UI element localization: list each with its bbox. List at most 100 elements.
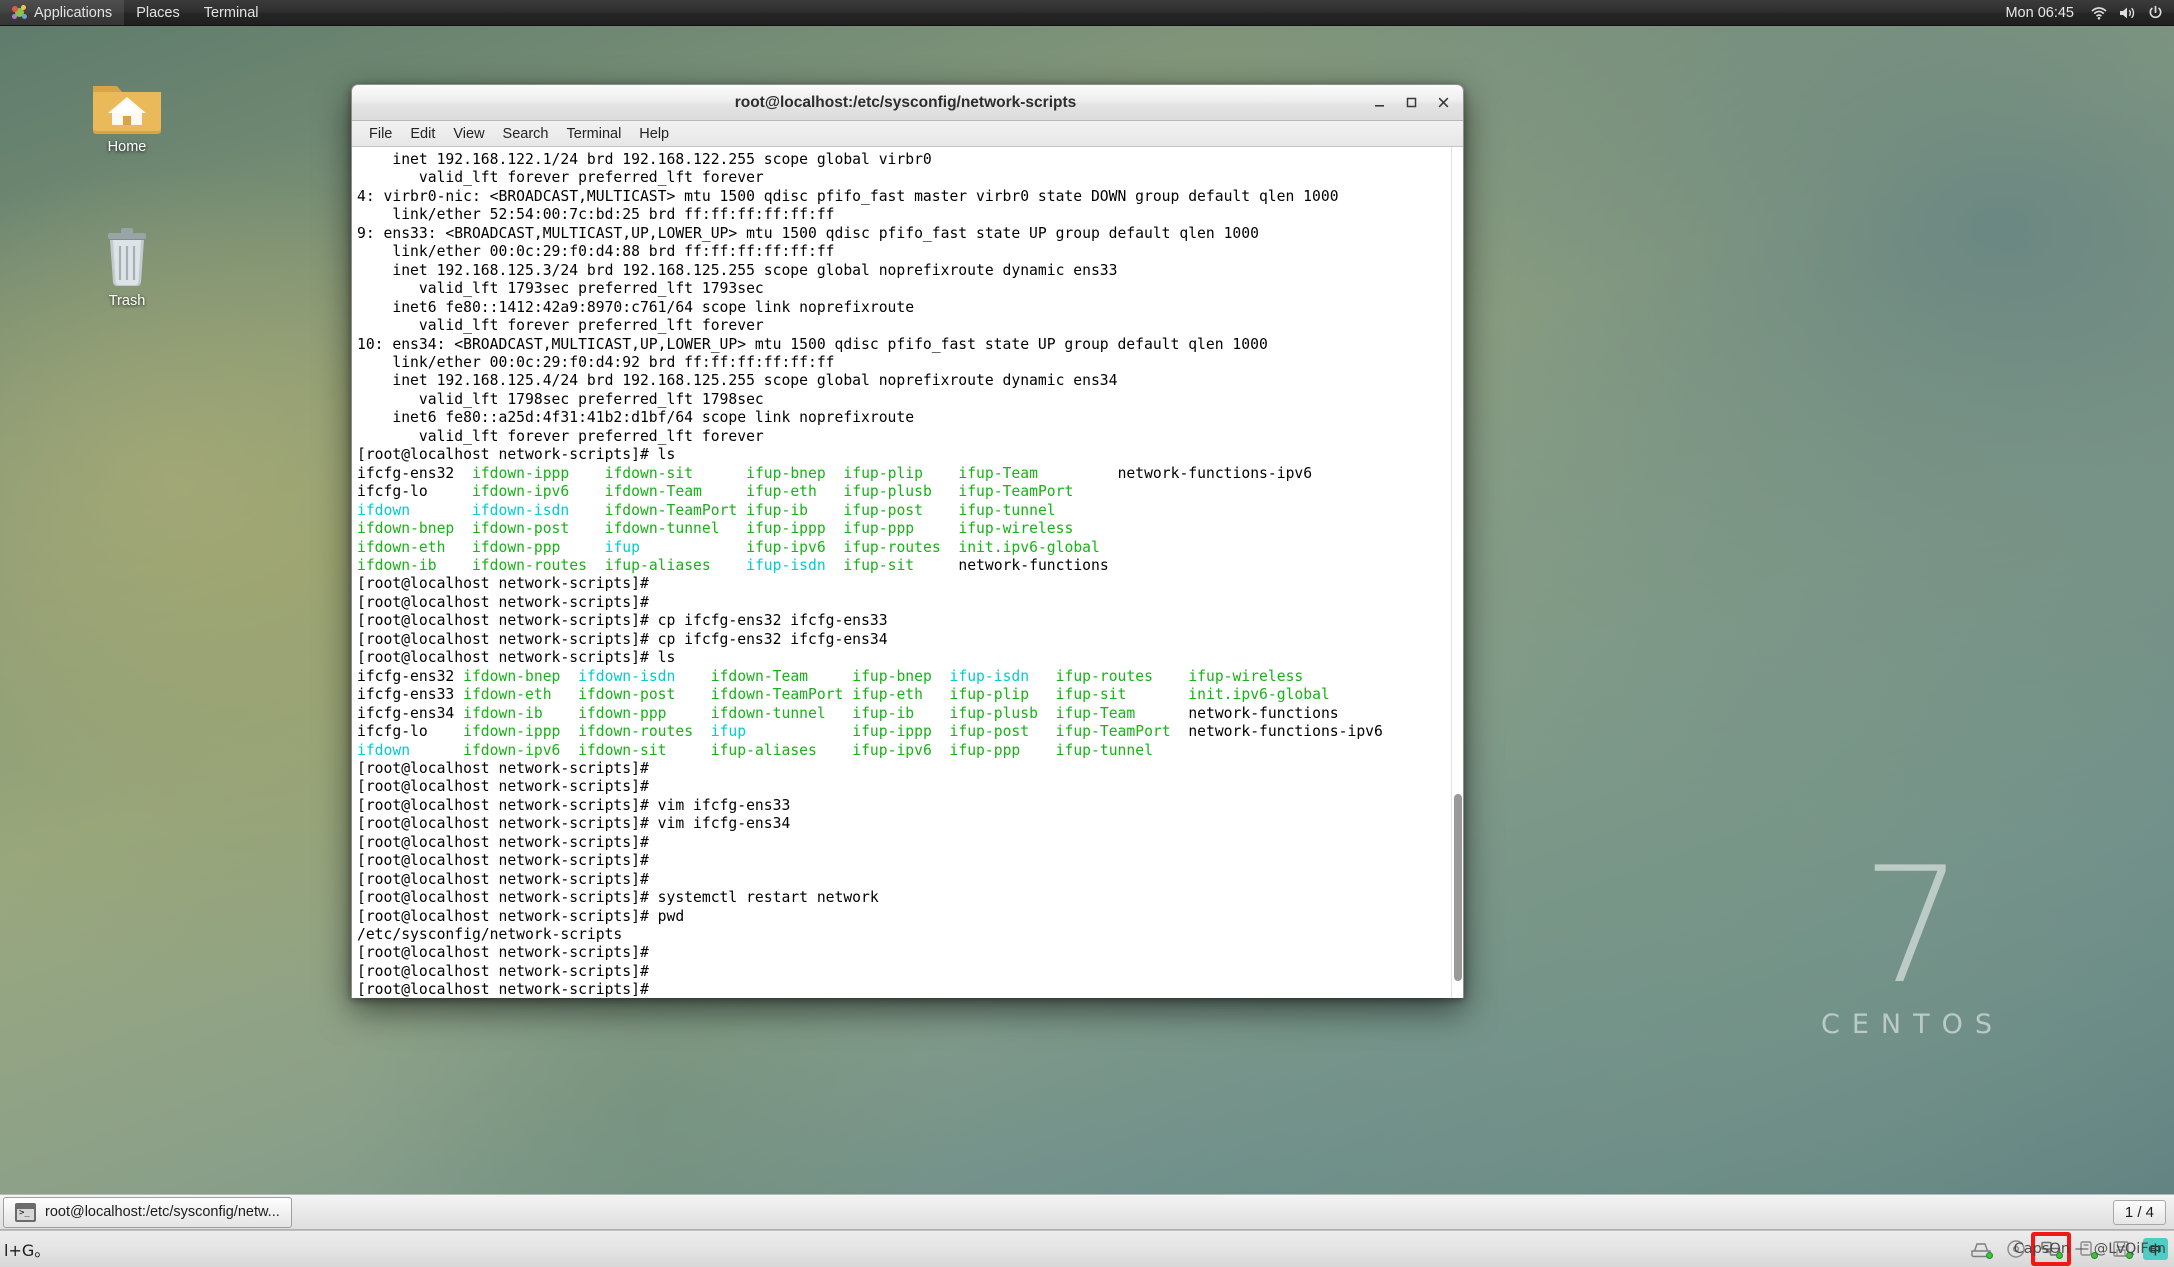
window-title: root@localhost:/etc/sysconfig/network-sc…	[734, 93, 1077, 111]
terminal-text: ifdown-ipv6	[471, 483, 570, 501]
menu-search[interactable]: Search	[494, 123, 558, 145]
terminal-text: ifup-plusb	[843, 483, 932, 501]
terminal-text: inet 192.168.125.4/24 brd 192.168.125.25…	[357, 372, 1118, 390]
terminal-line: link/ether 00:0c:29:f0:d4:92 brd ff:ff:f…	[357, 354, 1451, 372]
terminal-line: ifdown-ib ifdown-routes ifup-aliases ifu…	[357, 557, 1451, 575]
terminal-text: ifup-ppp	[949, 741, 1021, 759]
terminal-line: 4: virbr0-nic: <BROADCAST,MULTICAST> mtu…	[357, 188, 1451, 206]
terminal-text: ifup-wireless	[1188, 667, 1304, 685]
terminal-line: [root@localhost network-scripts]#	[357, 944, 1451, 962]
terminal-text: [root@localhost network-scripts]# cp ifc…	[357, 612, 888, 630]
terminal-text: [root@localhost network-scripts]#	[357, 962, 658, 980]
terminal-line: [root@localhost network-scripts]#	[357, 852, 1451, 870]
terminal-text: ifup-ipv6	[746, 538, 826, 556]
terminal-line: ifdown-eth ifdown-ppp ifup ifup-ipv6 ifu…	[357, 539, 1451, 557]
terminal-window[interactable]: root@localhost:/etc/sysconfig/network-sc…	[351, 84, 1464, 998]
terminal-text: [root@localhost network-scripts]#	[357, 575, 658, 593]
terminal-body[interactable]: inet 192.168.122.1/24 brd 192.168.122.25…	[352, 147, 1463, 998]
terminal-line: [root@localhost network-scripts]#	[357, 871, 1451, 889]
ime-status-label: CapsOn — @LvQiFen	[2013, 1241, 2166, 1257]
menu-file[interactable]: File	[360, 123, 401, 145]
terminal-text: ifup-sit	[1055, 686, 1127, 704]
terminal-line: ifcfg-ens32 ifdown-bnep ifdown-isdn ifdo…	[357, 668, 1451, 686]
terminal-text: 9: ens33: <BROADCAST,MULTICAST,UP,LOWER_…	[357, 224, 1259, 242]
maximize-button[interactable]	[1395, 88, 1427, 118]
terminal-text: network-functions-ipv6	[1188, 723, 1383, 741]
network-icon[interactable]	[2086, 0, 2112, 25]
terminal-text: link/ether 00:0c:29:f0:d4:88 brd ff:ff:f…	[357, 243, 835, 261]
trash-can-icon	[72, 222, 182, 288]
scrollbar-thumb[interactable]	[1454, 793, 1462, 981]
terminal-text: ifup-ipv6	[852, 741, 932, 759]
window-titlebar[interactable]: root@localhost:/etc/sysconfig/network-sc…	[352, 85, 1463, 121]
terminal-text: ifdown-post	[578, 686, 676, 704]
terminal-text: ifdown-eth	[357, 538, 446, 556]
menu-terminal[interactable]: Terminal	[558, 123, 631, 145]
desktop-icon-trash-label: Trash	[108, 293, 146, 309]
menu-edit[interactable]: Edit	[401, 123, 444, 145]
applications-menu[interactable]: Applications	[0, 0, 125, 25]
terminal-line: 10: ens34: <BROADCAST,MULTICAST,UP,LOWER…	[357, 336, 1451, 354]
terminal-line: [root@localhost network-scripts]# ls	[357, 649, 1451, 667]
terminal-text: ifdown-routes	[471, 556, 587, 574]
terminal-line: ifdown ifdown-ipv6 ifdown-sit ifup-alias…	[357, 742, 1451, 760]
terminal-output[interactable]: inet 192.168.122.1/24 brd 192.168.122.25…	[352, 147, 1451, 998]
terminal-text: [root@localhost network-scripts]#	[357, 778, 658, 796]
terminal-text: valid_lft forever preferred_lft forever	[357, 427, 764, 445]
close-button[interactable]	[1427, 88, 1459, 118]
terminal-line: valid_lft forever preferred_lft forever	[357, 169, 1451, 187]
terminal-text: ifup-eth	[746, 483, 817, 501]
places-menu-label: Places	[136, 4, 180, 21]
volume-icon[interactable]	[2114, 0, 2140, 25]
desktop-icon-trash[interactable]: Trash	[72, 222, 182, 309]
terminal-text: inet6 fe80::1412:42a9:8970:c761/64 scope…	[357, 298, 915, 316]
disk-icon[interactable]	[1968, 1237, 1994, 1261]
terminal-line: inet 192.168.125.4/24 brd 192.168.125.25…	[357, 372, 1451, 390]
power-icon[interactable]	[2142, 0, 2168, 25]
applications-menu-label: Applications	[34, 4, 113, 21]
terminal-text: ifdown-isdn	[578, 667, 676, 685]
places-menu[interactable]: Places	[124, 0, 192, 25]
terminal-text: valid_lft forever preferred_lft forever	[357, 317, 764, 335]
workspace-switcher[interactable]: 1 / 4	[2112, 1199, 2166, 1225]
clock[interactable]: Mon 06:45	[1995, 5, 2084, 21]
menu-view[interactable]: View	[444, 123, 493, 145]
top-panel-status-area: Mon 06:45	[1995, 0, 2174, 25]
minimize-button[interactable]	[1363, 88, 1395, 118]
terminal-line: [root@localhost network-scripts]#	[357, 778, 1451, 796]
terminal-text: ifup-ppp	[843, 520, 915, 538]
terminal-text: ifcfg-ens32	[357, 464, 455, 482]
menubar: File Edit View Search Terminal Help	[352, 121, 1463, 147]
terminal-scrollbar[interactable]	[1451, 147, 1463, 998]
desktop-icon-home[interactable]: Home	[72, 68, 182, 155]
terminal-line: ifcfg-ens33 ifdown-eth ifdown-post ifdow…	[357, 686, 1451, 704]
terminal-text: ifcfg-ens34	[357, 704, 455, 722]
terminal-text: ifup-bnep	[746, 464, 826, 482]
terminal-text: inet6 fe80::a25d:4f31:41b2:d1bf/64 scope…	[357, 409, 915, 427]
terminal-text: ifcfg-lo	[357, 483, 428, 501]
terminal-line: [root@localhost network-scripts]#	[357, 981, 1451, 998]
terminal-text: ifup-tunnel	[958, 501, 1056, 519]
top-panel: Applications Places Terminal Mon 06:45	[0, 0, 2174, 26]
terminal-menu[interactable]: Terminal	[192, 0, 271, 25]
terminal-line: ifcfg-lo ifdown-ippp ifdown-routes ifup …	[357, 723, 1451, 741]
menu-help[interactable]: Help	[630, 123, 678, 145]
taskbar-window-button[interactable]: root@localhost:/etc/sysconfig/netw...	[3, 1196, 292, 1228]
terminal-line: ifcfg-ens32 ifdown-ippp ifdown-sit ifup-…	[357, 465, 1451, 483]
